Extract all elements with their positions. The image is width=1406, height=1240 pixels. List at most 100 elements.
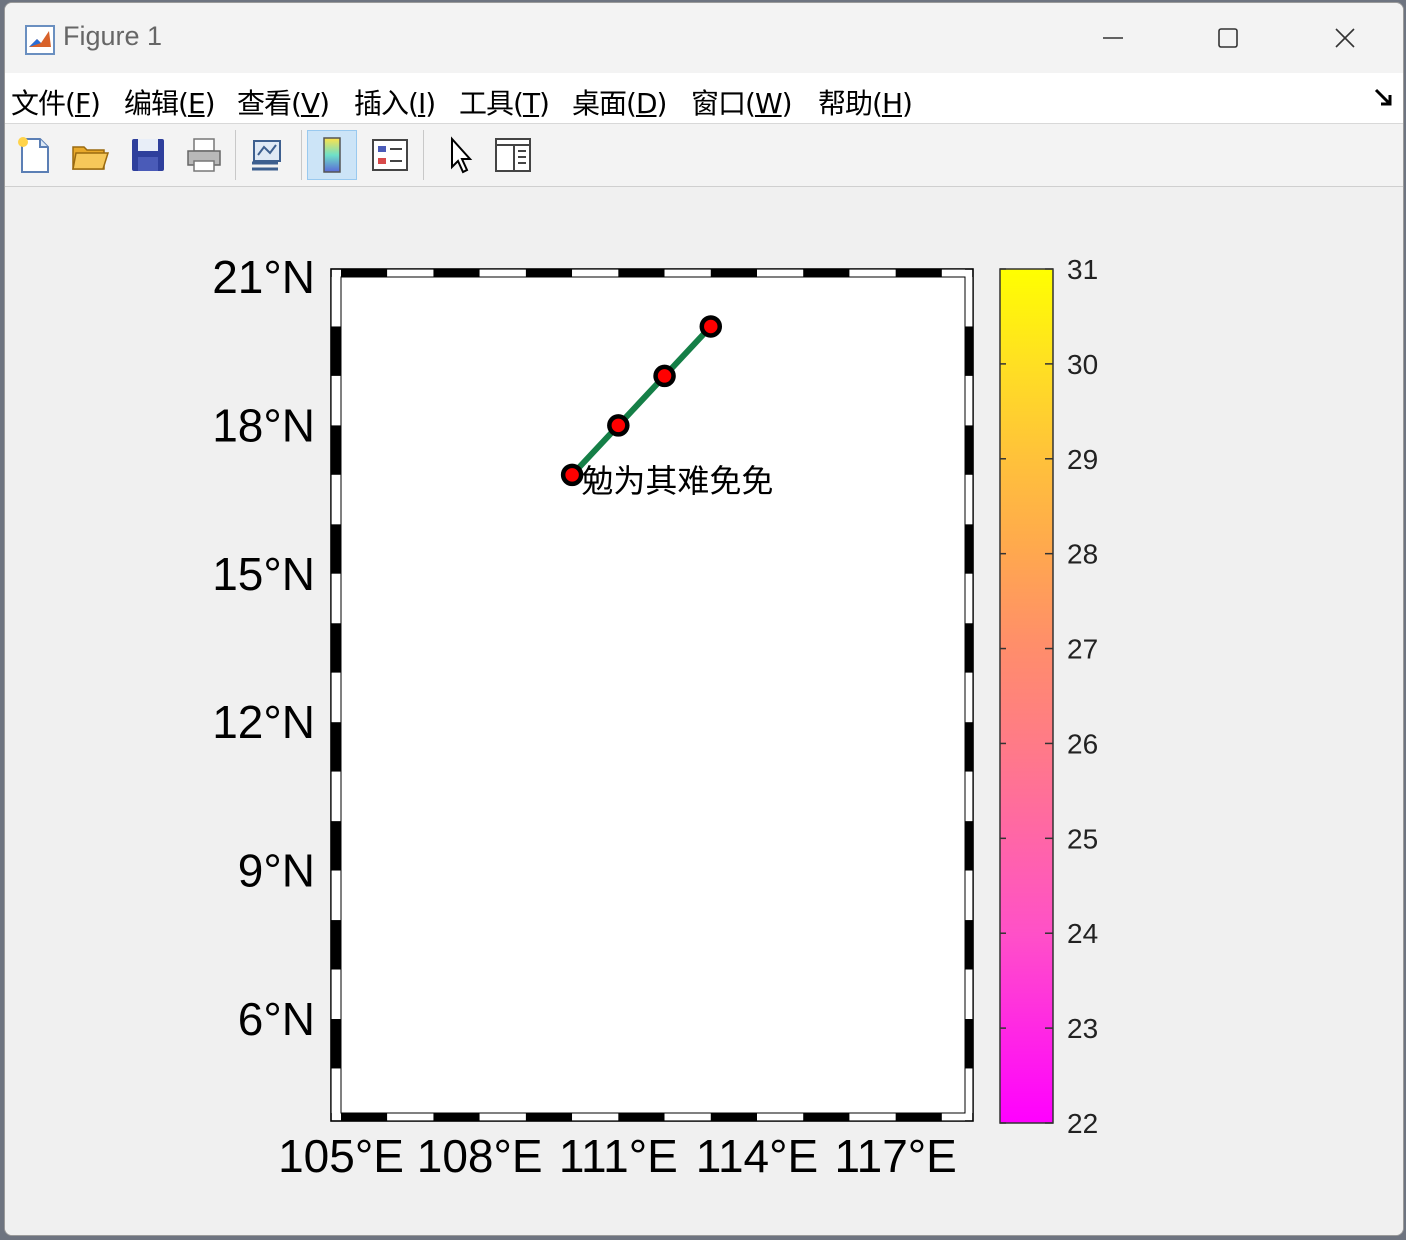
figure-canvas: 21°N 18°N 15°N 12°N 9°N 6°N 105°E 108°E 111°E 11… [5,187,1403,1235]
menu-window[interactable]: 窗口(W) [691,82,793,122]
frame-seg-bottom [479,1113,526,1121]
colorbar-tick-label: 30 [1067,349,1098,380]
legend-icon [372,139,408,171]
menu-view[interactable]: 查看(V) [237,82,330,122]
track-point [560,463,584,487]
print-button[interactable] [179,130,229,180]
figure-window: Figure 1 文件(F) 编辑(E) 查看(V) 插入(I) 工具(T) 桌… [4,2,1404,1236]
menu-desktop-key: D [635,87,658,120]
menu-edit-key: E [187,87,206,120]
link-plot-button[interactable] [243,130,293,180]
frame-seg-left [331,1019,341,1069]
frame-seg-right [965,870,973,921]
colorbar-button[interactable] [307,130,357,180]
frame-seg-top [895,269,942,277]
frame-seg-right [965,573,973,624]
menu-tools-end: ) [539,87,550,120]
frame-seg-right [965,326,973,376]
save-button[interactable] [123,130,173,180]
frame-seg-top [572,269,619,277]
close-button[interactable] [1317,17,1373,59]
y-tick-label: 18°N [212,399,315,451]
y-tick-label: 12°N [212,696,315,748]
y-tick-label: 15°N [212,548,315,600]
y-tick-label: 9°N [238,845,315,897]
menu-view-key: V [300,87,320,120]
frame-seg-right [965,821,973,871]
menu-tools-key: T [522,87,540,120]
menu-desktop[interactable]: 桌面(D) [572,82,668,122]
frame-seg-bottom [341,1113,388,1121]
frame-seg-bottom [433,1113,480,1121]
frame-seg-right [965,771,973,822]
frame-seg-right [965,969,973,1020]
frame-seg-bottom [849,1113,896,1121]
minimize-button[interactable] [1085,17,1141,59]
legend-button[interactable] [365,130,415,180]
colorbar-tick-label: 23 [1067,1013,1098,1044]
y-tick-label: 6°N [238,993,315,1045]
menu-insert-label: 插入( [354,87,419,120]
link-plot-icon [252,140,281,171]
x-tick-label: 117°E [834,1130,956,1182]
menu-help-label: 帮助( [818,87,883,120]
frame-seg-bottom [710,1113,757,1121]
property-inspector-button[interactable] [487,130,537,180]
menu-edit-end: ) [204,87,216,120]
frame-seg-left [331,425,341,475]
x-tick-label: 105°E [278,1130,404,1182]
frame-seg-top [849,269,896,277]
frame-seg-right [965,722,973,772]
menu-window-label: 窗口( [691,87,756,120]
frame-seg-bottom [664,1113,711,1121]
menu-insert[interactable]: 插入(I) [354,82,436,122]
map-plot: 21°N 18°N 15°N 12°N 9°N 6°N 105°E 108°E 111°E 11… [212,251,1098,1182]
menu-edit[interactable]: 编辑(E) [124,82,216,122]
property-inspector-icon [495,138,531,172]
toolbar [5,124,1403,187]
print-icon [187,138,221,172]
colorbar-tick-label: 24 [1067,918,1098,949]
maximize-button[interactable] [1200,17,1256,59]
window-title: Figure 1 [63,21,163,51]
pointer-button[interactable] [433,130,483,180]
menu-file[interactable]: 文件(F) [11,82,101,122]
menu-file-label: 文件( [11,87,76,120]
pointer-icon [451,136,473,174]
menu-tools[interactable]: 工具(T) [459,82,550,122]
frame-seg-right [965,623,973,673]
frame-seg-top [387,269,434,277]
frame-seg-right [965,524,973,574]
frame-seg-bottom [387,1113,434,1121]
frame-seg-left [331,771,341,822]
frame-seg-right [965,375,973,426]
dock-arrow-icon[interactable] [1373,87,1395,109]
frame-seg-top [433,269,480,277]
frame-seg-left [331,870,341,921]
colorbar-icon [323,137,341,173]
frame-seg-bottom [757,1113,804,1121]
open-file-icon [72,146,110,170]
menu-file-key: F [74,87,91,120]
frame-seg-left [331,623,341,673]
frame-seg-left [331,573,341,624]
title-bar[interactable]: Figure 1 [5,3,1403,73]
new-figure-button[interactable] [9,130,59,180]
frame-seg-top [618,269,665,277]
menu-window-end: ) [781,87,793,120]
y-axis-labels: 21°N 18°N 15°N 12°N 9°N 6°N [212,251,315,1045]
frame-seg-left [331,821,341,871]
menu-help[interactable]: 帮助(H) [818,82,913,122]
menu-help-key: H [881,87,903,120]
frame-seg-left [331,672,341,723]
menu-desktop-end: ) [656,87,668,120]
colorbar-tick-label: 26 [1067,728,1098,759]
colorbar[interactable] [999,268,1054,1124]
open-file-button[interactable] [65,130,115,180]
frame-seg-top [803,269,850,277]
minimize-icon [1103,37,1123,39]
frame-seg-top [479,269,526,277]
colorbar-tick-label: 31 [1067,254,1098,285]
frame-seg-left [331,375,341,426]
frame-seg-left [331,277,341,327]
